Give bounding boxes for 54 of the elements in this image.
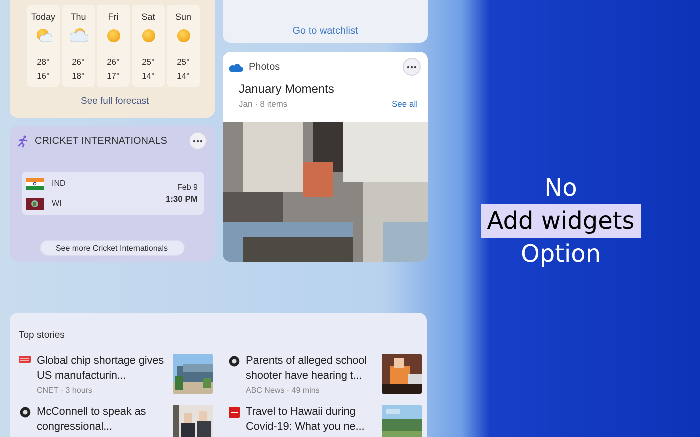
- sun-icon: [106, 28, 122, 44]
- high-temperature: 26°: [72, 56, 85, 69]
- headline-link[interactable]: McConnell to speak as congressional...: [37, 405, 167, 435]
- cloud-icon: [229, 62, 243, 72]
- day-label: Sat: [142, 12, 156, 22]
- album-title: January Moments: [239, 82, 336, 96]
- callout-text: Add widgets: [481, 204, 641, 238]
- low-temperature: 18°: [72, 70, 85, 83]
- high-temperature: 25°: [177, 56, 190, 69]
- day-label: Today: [31, 12, 56, 22]
- source-logo-icon: [19, 356, 31, 363]
- ellipsis-icon: [407, 66, 417, 68]
- section-title: Top stories: [19, 330, 65, 341]
- forecast-link[interactable]: See full forecast: [81, 96, 150, 107]
- album-info: Jan · 8 items: [239, 99, 288, 109]
- team-name: WI: [52, 199, 62, 208]
- more-options-button[interactable]: [189, 132, 207, 150]
- callout-text: No: [544, 173, 578, 204]
- headline-link[interactable]: Global chip shortage gives US manufacturin...: [37, 354, 167, 384]
- low-temperature: 17°: [107, 70, 120, 83]
- match-date: Feb 9: [178, 183, 198, 192]
- more-options-button[interactable]: [403, 58, 421, 76]
- team-name: IND: [52, 179, 66, 188]
- source-logo-icon: [20, 407, 30, 418]
- story-source: ABC News · 49 mins: [246, 386, 321, 395]
- headline-link[interactable]: Travel to Hawaii during Covid-19: What you ne...: [246, 405, 376, 435]
- day-label: Sun: [175, 12, 192, 22]
- story-source: CNET · 3 hours: [37, 386, 94, 395]
- ellipsis-icon: [193, 140, 203, 142]
- source-logo-icon: [228, 356, 240, 367]
- card-title: Photos: [249, 62, 282, 72]
- day-label: Thu: [70, 12, 86, 22]
- card-title: CRICKET INTERNATIONALS: [35, 136, 168, 146]
- day-label: Fri: [108, 12, 119, 22]
- west-indies-flag-icon: [26, 198, 44, 210]
- sun-cloud-icon: [36, 28, 52, 44]
- sun-icon: [176, 28, 192, 44]
- high-temperature: 26°: [107, 56, 120, 69]
- source-logo-icon: [228, 407, 240, 418]
- low-temperature: 16°: [37, 70, 50, 83]
- high-temperature: 28°: [37, 56, 50, 69]
- india-flag-icon: [26, 178, 44, 190]
- see-more-button[interactable]: See more Cricket Internationals: [40, 240, 184, 256]
- high-temperature: 25°: [142, 56, 155, 69]
- low-temperature: 14°: [142, 70, 155, 83]
- match-time: 1:30 PM: [166, 194, 198, 204]
- see-all-link[interactable]: See all: [392, 99, 418, 109]
- sun-cloud-icon: [70, 28, 88, 44]
- runner-icon: [17, 134, 29, 148]
- callout-text: Option: [520, 239, 602, 270]
- low-temperature: 14°: [177, 70, 190, 83]
- watchlist-link[interactable]: Go to watchlist: [292, 26, 358, 37]
- headline-link[interactable]: Parents of alleged school shooter have hearing t...: [246, 354, 376, 384]
- sun-icon: [140, 28, 156, 44]
